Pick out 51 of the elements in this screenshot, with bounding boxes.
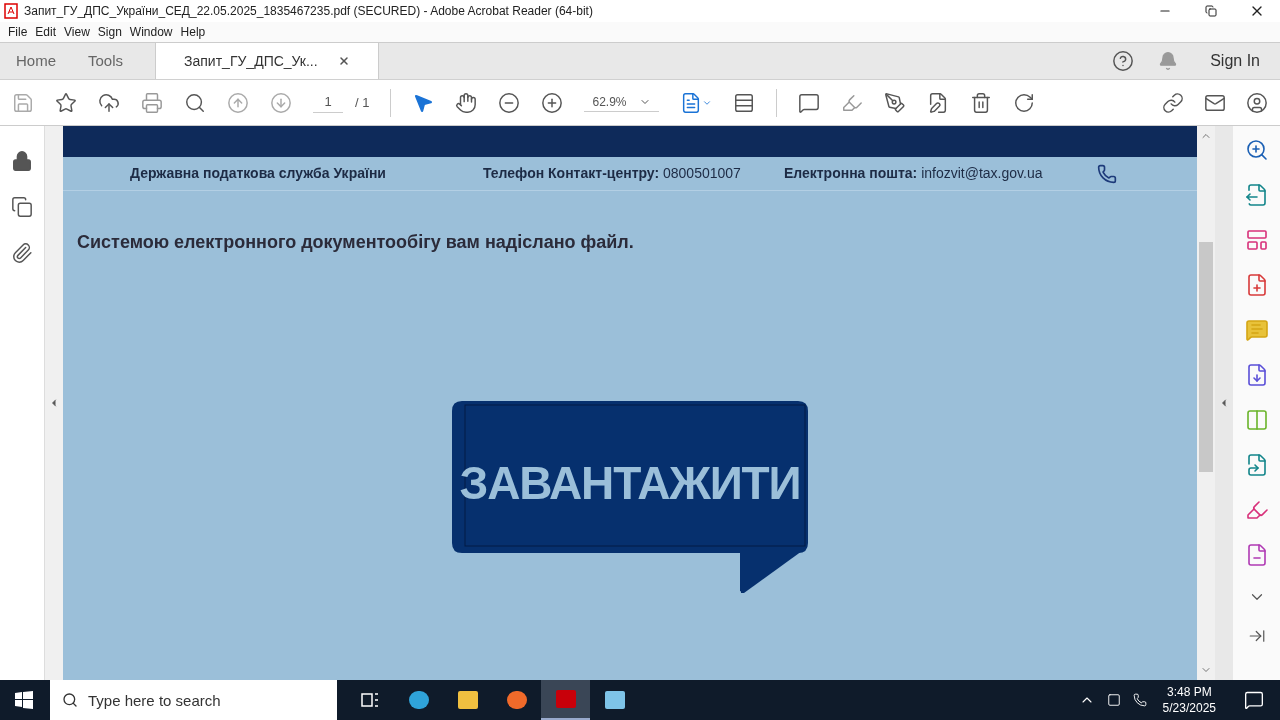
organization-name: Державна податкова служба України [130, 164, 386, 183]
tab[interactable]: Запит_ГУ_ДПС_Ук... [155, 43, 379, 79]
collapse-pane-icon[interactable] [1247, 627, 1266, 645]
window-title: Запит_ГУ_ДПС_України_СЕД_22.05.2025_1835467235.pdf (SECURED) - Adobe Acrobat Reader (64-bit) [24, 3, 593, 20]
scroll-mode-icon[interactable] [732, 91, 755, 114]
organize-pages-icon[interactable] [1244, 228, 1269, 252]
share-link-icon[interactable] [1162, 91, 1184, 114]
menu-item[interactable]: Edit [31, 23, 61, 41]
notifications-icon[interactable] [1244, 690, 1264, 710]
print-icon[interactable] [141, 91, 163, 114]
tab[interactable]: Home [0, 43, 72, 79]
zoom-dropdown[interactable]: 62.9% [584, 93, 659, 112]
export-pdf-icon[interactable] [1244, 183, 1269, 207]
download-button[interactable]: ЗАВАНТАЖИТИ [452, 401, 808, 593]
attachment-icon[interactable] [11, 242, 33, 264]
clock-date: 5/23/2025 [1162, 700, 1216, 716]
search-tool-icon[interactable] [1244, 138, 1269, 162]
lock-icon[interactable] [11, 150, 33, 172]
help-icon[interactable] [1112, 50, 1135, 72]
contact-email: Електронна пошта: infozvit@tax.gov.ua [783, 164, 1043, 183]
zoom-in-icon[interactable] [541, 91, 564, 114]
windows-start-icon[interactable] [15, 691, 33, 709]
tab[interactable]: Tools [72, 43, 140, 79]
pages-icon[interactable] [11, 196, 33, 218]
page-number-field[interactable]: 1 [313, 92, 343, 113]
menu-item[interactable]: Help [176, 23, 210, 41]
cloud-upload-icon[interactable] [98, 91, 120, 114]
add-user-icon[interactable] [1246, 91, 1268, 114]
menu-item[interactable]: Window [125, 23, 177, 41]
fill-sign-icon[interactable] [1244, 498, 1269, 522]
zoom-search-icon[interactable] [184, 91, 206, 114]
sign-in-button[interactable]: Sign In [1210, 49, 1260, 73]
rotate-icon[interactable] [1012, 91, 1035, 114]
clock-time: 3:48 PM [1166, 684, 1212, 700]
hand-icon[interactable] [455, 91, 478, 114]
close-tab-icon[interactable] [337, 55, 350, 67]
taskbar-search-field[interactable]: Type here to search [50, 680, 337, 720]
star-icon[interactable] [55, 91, 77, 114]
menu-item[interactable]: View [60, 23, 94, 41]
sign-pen-icon[interactable] [883, 91, 906, 114]
zoom-out-icon[interactable] [498, 91, 521, 114]
comment-icon[interactable] [797, 91, 820, 114]
page-total: / 1 [355, 93, 370, 112]
message-text: Системою електронного документообігу вам надіслано файл. [77, 231, 635, 254]
contact-phone: Телефон Контакт-центру: 0800501007 [482, 164, 741, 183]
search-icon [62, 692, 78, 708]
menu-item[interactable]: Sign [93, 23, 126, 41]
restore-icon [1205, 5, 1217, 17]
trash-icon[interactable] [969, 91, 992, 114]
menu-item[interactable]: File [4, 23, 32, 41]
scrollbar-thumb[interactable] [1199, 242, 1213, 472]
